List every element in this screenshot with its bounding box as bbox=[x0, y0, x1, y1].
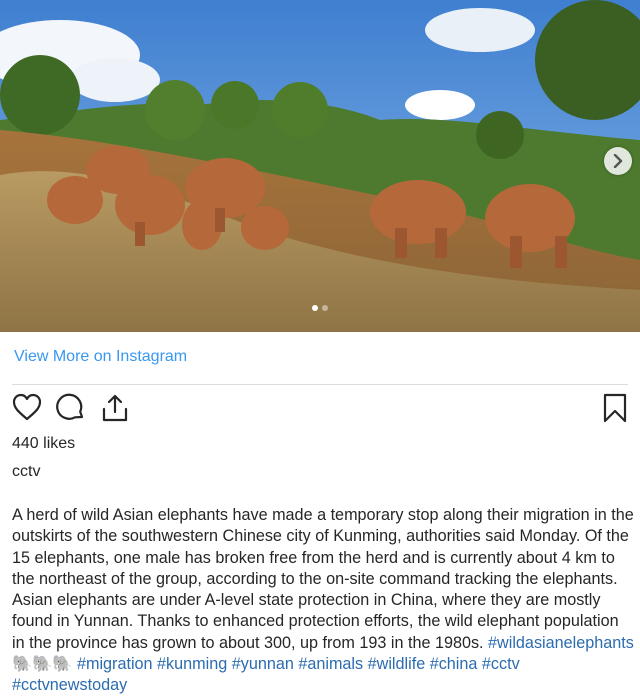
hashtags-migration-kunming[interactable]: #migration #kunming bbox=[77, 655, 227, 673]
share-icon bbox=[102, 394, 128, 422]
bookmark-icon bbox=[603, 393, 627, 423]
post-image[interactable] bbox=[0, 0, 640, 332]
elephant-emojis: 🐘🐘🐘 bbox=[12, 655, 73, 674]
author-username[interactable]: cctv bbox=[12, 463, 40, 481]
carousel-dot-active bbox=[312, 305, 318, 311]
post-caption: A herd of wild Asian elephants have made… bbox=[12, 505, 634, 697]
action-bar bbox=[12, 393, 632, 429]
carousel-indicator bbox=[312, 305, 328, 311]
chevron-right-icon bbox=[613, 154, 623, 168]
caption-text: A herd of wild Asian elephants have made… bbox=[12, 506, 639, 652]
like-button[interactable] bbox=[12, 393, 42, 426]
hashtag-wildasianelephants[interactable]: #wildasianelephants bbox=[488, 634, 634, 652]
share-button[interactable] bbox=[100, 393, 130, 428]
elephant-herd-photo bbox=[0, 0, 640, 332]
comment-button[interactable] bbox=[56, 393, 86, 428]
divider bbox=[12, 384, 628, 385]
heart-icon bbox=[12, 393, 42, 421]
likes-count[interactable]: 440 likes bbox=[12, 435, 75, 453]
view-more-on-instagram-link[interactable]: View More on Instagram bbox=[14, 348, 187, 366]
carousel-next-button[interactable] bbox=[604, 147, 632, 175]
save-button[interactable] bbox=[602, 393, 628, 428]
comment-icon bbox=[56, 393, 84, 420]
carousel-dot bbox=[322, 305, 328, 311]
